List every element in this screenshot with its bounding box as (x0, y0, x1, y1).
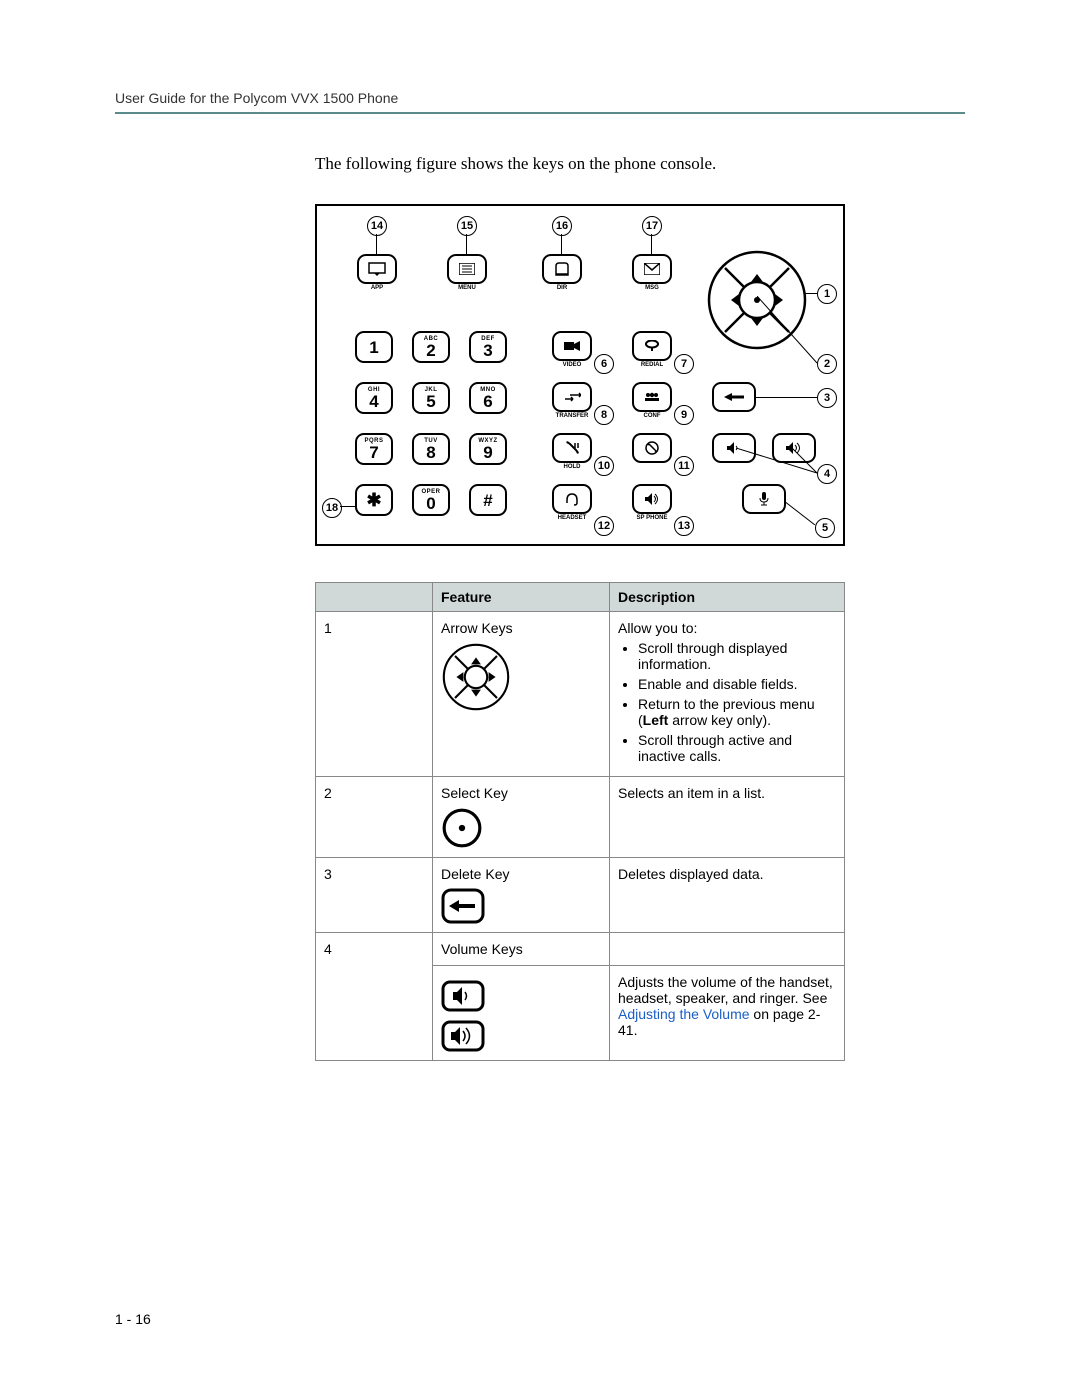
key-star: ✱ (355, 484, 393, 516)
callout-9: 9 (674, 405, 694, 425)
row4-desc: Adjusts the volume of the handset, heads… (610, 966, 845, 1061)
list-item: Enable and disable fields. (638, 676, 836, 692)
callout-16: 16 (552, 216, 572, 236)
list-item: Scroll through active and inactive calls… (638, 732, 836, 764)
video-key: VIDEO (552, 331, 592, 361)
hold-label: HOLD (564, 464, 581, 470)
key-9: WXYZ 9 (469, 433, 507, 465)
callout-13: 13 (674, 516, 694, 536)
spphone-key: SP PHONE (632, 484, 672, 514)
spphone-label: SP PHONE (637, 515, 668, 521)
row4-feature-icons (433, 966, 610, 1061)
feature-table: Feature Description 1 Arrow Keys (315, 582, 845, 1061)
phone-console-figure: APP MENU DIR MSG 14 15 16 17 1 (315, 204, 845, 546)
row2-num: 2 (316, 777, 433, 858)
key-5: JKL 5 (412, 382, 450, 414)
headset-key: HEADSET (552, 484, 592, 514)
dir-label: DIR (557, 285, 567, 291)
dir-key: DIR (542, 254, 582, 284)
key-2: ABC 2 (412, 331, 450, 363)
callout-18: 18 (322, 498, 342, 518)
callout-7: 7 (674, 354, 694, 374)
menu-key: MENU (447, 254, 487, 284)
table-row: 3 Delete Key Deletes displayed data. (316, 858, 845, 933)
conf-label: CONF (644, 413, 661, 419)
transfer-label: TRANSFER (556, 413, 589, 419)
menu-label: MENU (458, 285, 476, 291)
callout-14: 14 (367, 216, 387, 236)
hold-key: HOLD (552, 433, 592, 463)
callout-15: 15 (457, 216, 477, 236)
mic-key (742, 484, 786, 514)
delete-key-fig (712, 382, 756, 412)
dnd-key (632, 433, 672, 463)
callout-10: 10 (594, 456, 614, 476)
callout-11: 11 (674, 456, 694, 476)
row1-num: 1 (316, 612, 433, 777)
table-row: 4 Volume Keys (316, 933, 845, 966)
page-number: 1 - 16 (115, 1311, 151, 1327)
table-row: 1 Arrow Keys (316, 612, 845, 777)
headset-label: HEADSET (558, 515, 587, 521)
key-3: DEF 3 (469, 331, 507, 363)
row4-desc-empty (610, 933, 845, 966)
key-4: GHI 4 (355, 382, 393, 414)
key-hash: # (469, 484, 507, 516)
row2-desc: Selects an item in a list. (610, 777, 845, 858)
callout-3: 3 (817, 388, 837, 408)
row3-num: 3 (316, 858, 433, 933)
redial-key: REDIAL (632, 331, 672, 361)
app-key: APP (357, 254, 397, 284)
list-item: Return to the previous menu (Left arrow … (638, 696, 836, 728)
intro-text: The following figure shows the keys on t… (315, 154, 965, 174)
row2-feature: Select Key (433, 777, 610, 858)
conf-key: CONF (632, 382, 672, 412)
col-desc: Description (610, 583, 845, 612)
redial-label: REDIAL (641, 362, 663, 368)
video-label: VIDEO (563, 362, 582, 368)
msg-label: MSG (645, 285, 659, 291)
row3-desc: Deletes displayed data. (610, 858, 845, 933)
callout-12: 12 (594, 516, 614, 536)
app-label: APP (371, 285, 383, 291)
row4-feature-label: Volume Keys (433, 933, 610, 966)
callout-8: 8 (594, 405, 614, 425)
key-7: PQRS 7 (355, 433, 393, 465)
col-num (316, 583, 433, 612)
table-row: 2 Select Key Selects an item in a list. (316, 777, 845, 858)
key-0: OPER 0 (412, 484, 450, 516)
key-8: TUV 8 (412, 433, 450, 465)
row1-desc: Allow you to: Scroll through displayed i… (610, 612, 845, 777)
transfer-key: TRANSFER (552, 382, 592, 412)
row1-feature: Arrow Keys (433, 612, 610, 777)
row3-feature: Delete Key (433, 858, 610, 933)
volume-link[interactable]: Adjusting the Volume (618, 1006, 750, 1022)
callout-6: 6 (594, 354, 614, 374)
page-header: User Guide for the Polycom VVX 1500 Phon… (115, 90, 965, 114)
list-item: Scroll through displayed information. (638, 640, 836, 672)
col-feature: Feature (433, 583, 610, 612)
callout-17: 17 (642, 216, 662, 236)
msg-key: MSG (632, 254, 672, 284)
key-6: MNO 6 (469, 382, 507, 414)
row4-num: 4 (316, 933, 433, 1061)
key-1: 1 (355, 331, 393, 363)
